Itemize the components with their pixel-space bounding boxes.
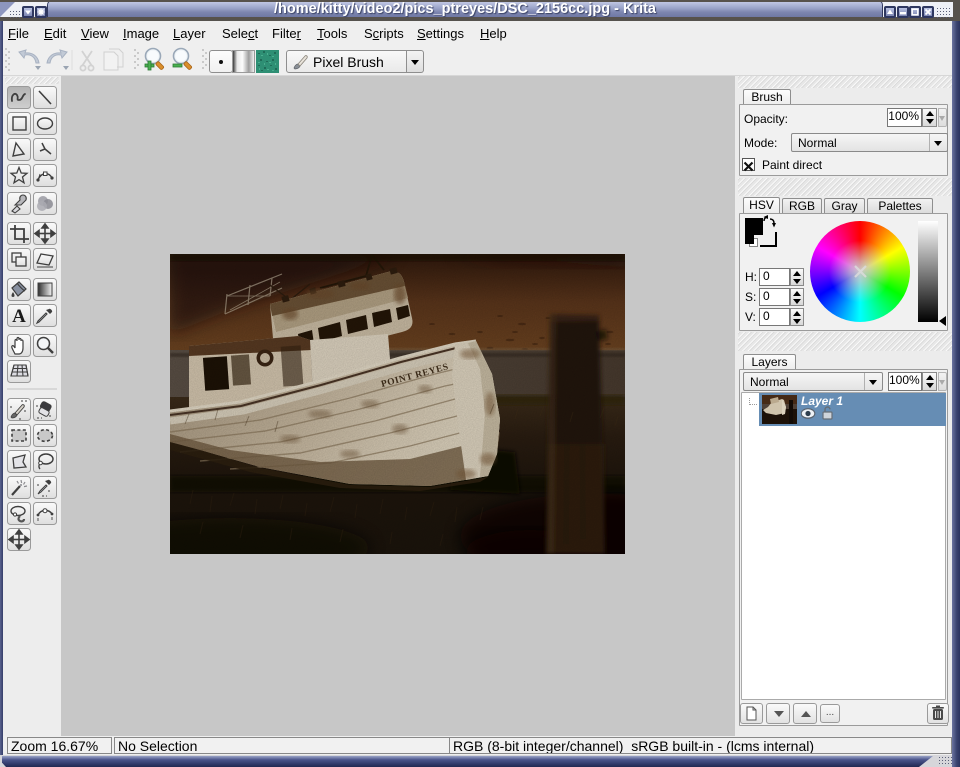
svg-text:A: A <box>12 306 26 327</box>
